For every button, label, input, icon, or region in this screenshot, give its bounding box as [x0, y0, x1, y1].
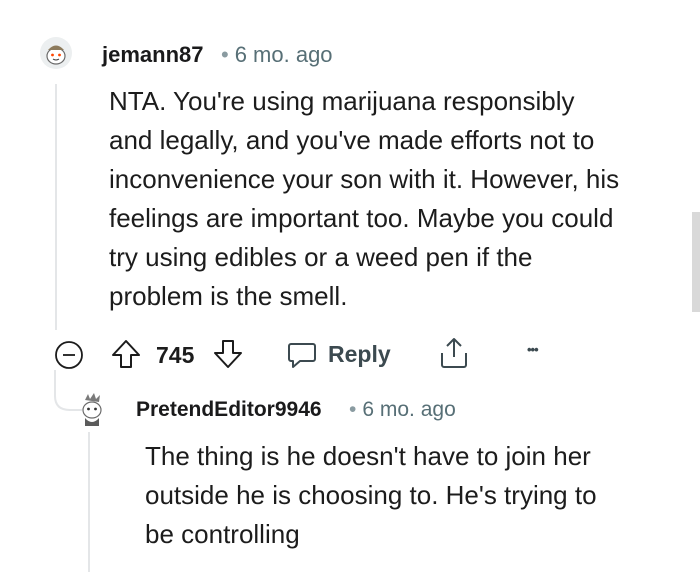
snoo-avatar-icon	[82, 393, 102, 426]
avatar[interactable]	[40, 37, 72, 69]
collapse-button[interactable]	[54, 340, 84, 370]
comment-body: The thing is he doesn't have to join her…	[145, 437, 665, 554]
downvote-button[interactable]	[212, 338, 244, 370]
avatar[interactable]	[76, 392, 108, 428]
thread-line-child[interactable]	[88, 432, 90, 572]
timestamp-text: 6 mo. ago	[362, 398, 456, 421]
reply-button[interactable]: Reply	[286, 338, 391, 370]
vote-count: 745	[156, 342, 194, 369]
timestamp-text: 6 mo. ago	[234, 42, 333, 67]
thread-line-main[interactable]	[55, 84, 57, 330]
body-line: outside he is choosing to. He's trying t…	[145, 480, 597, 510]
reply-label: Reply	[328, 340, 391, 367]
downvote-icon	[214, 340, 242, 368]
more-options-icon: •••	[527, 342, 539, 357]
comment-timestamp: • 6 mo. ago	[221, 42, 333, 68]
body-line: and legally, and you've made efforts not…	[109, 125, 595, 155]
upvote-button[interactable]	[110, 338, 142, 370]
comment-timestamp: • 6 mo. ago	[349, 398, 456, 422]
comment-icon	[288, 343, 316, 368]
collapse-icon	[55, 341, 83, 369]
body-line: try using edibles or a weed pen if the	[109, 242, 533, 272]
upvote-icon	[112, 340, 140, 368]
body-line: The thing is he doesn't have to join her	[145, 441, 591, 471]
share-button[interactable]	[438, 336, 470, 370]
body-line: inconvenience your son with it. However,…	[109, 164, 620, 194]
vote-count-text: 745	[156, 342, 195, 368]
body-line: problem is the smell.	[109, 281, 348, 311]
comment-body: NTA. You're using marijuana responsibly …	[109, 82, 669, 316]
scrollbar[interactable]	[692, 212, 700, 312]
share-icon	[441, 338, 467, 368]
comment-username[interactable]: PretendEditor9946	[136, 398, 322, 422]
body-line: be controlling	[145, 519, 300, 549]
meta-separator: •	[349, 398, 357, 421]
comment-username[interactable]: jemann87	[102, 42, 204, 68]
meta-separator: •	[221, 42, 229, 67]
snoo-avatar-icon	[40, 37, 72, 69]
more-options-button[interactable]: •••	[527, 342, 539, 357]
body-line: feelings are important too. Maybe you co…	[109, 203, 614, 233]
body-line: NTA. You're using marijuana responsibly	[109, 86, 575, 116]
